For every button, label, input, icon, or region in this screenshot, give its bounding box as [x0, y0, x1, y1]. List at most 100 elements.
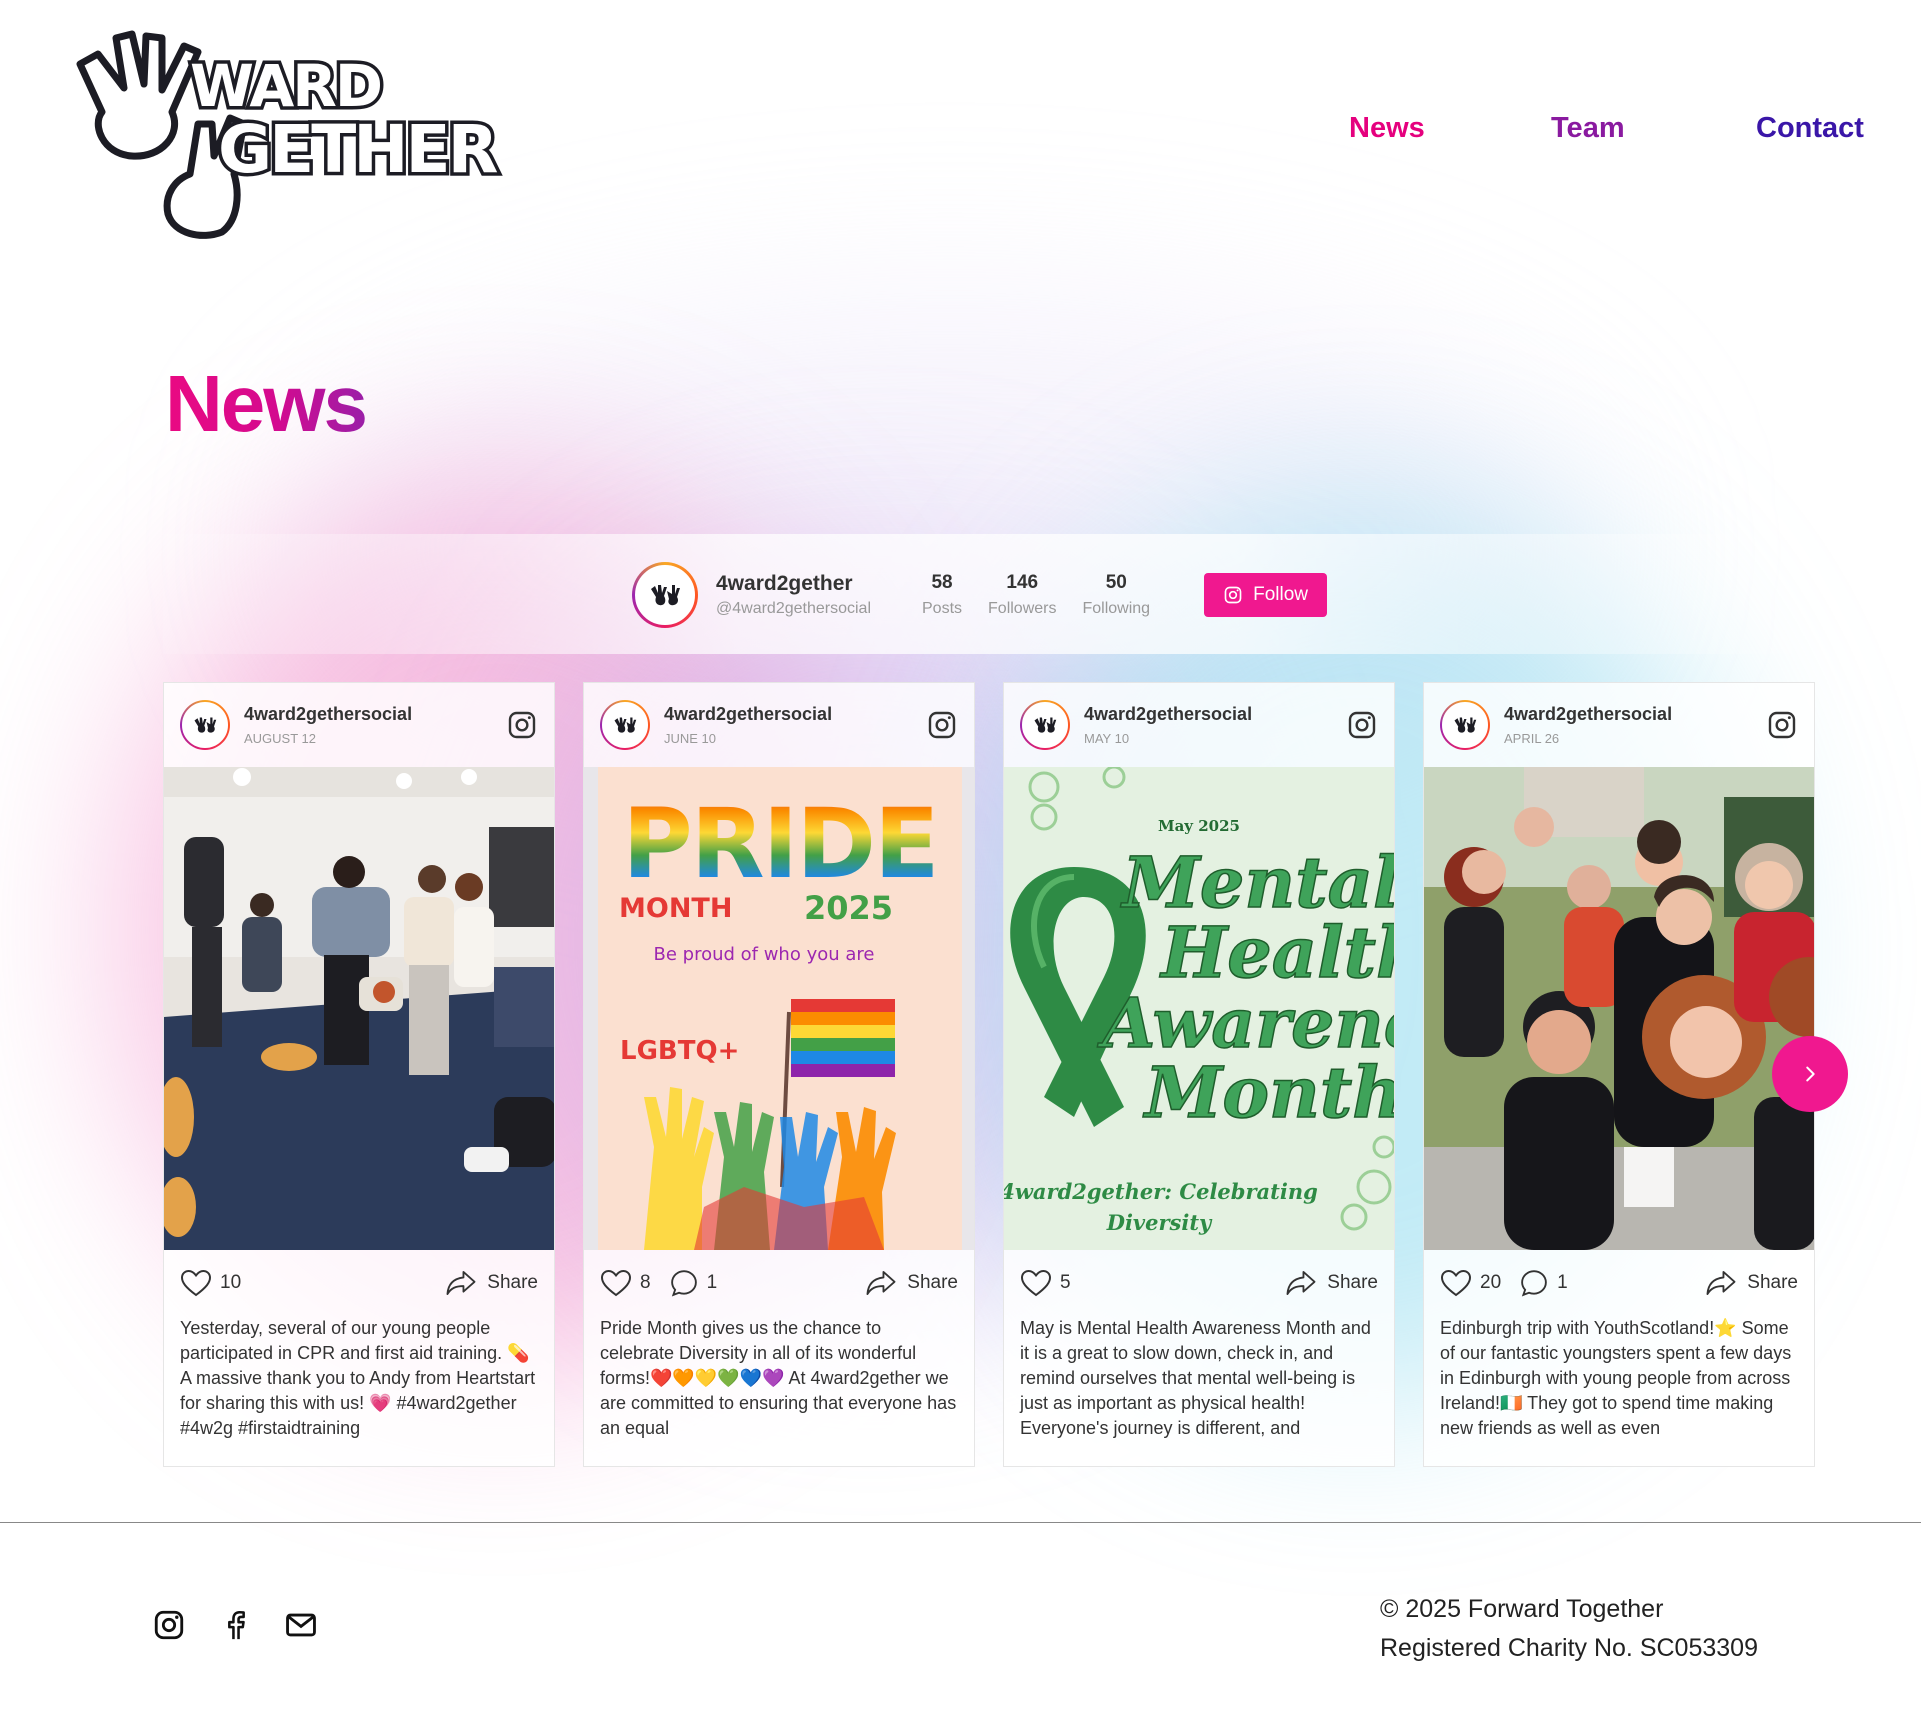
like-button[interactable]: 8 [600, 1268, 651, 1298]
share-label: Share [487, 1272, 538, 1293]
share-button[interactable]: Share [865, 1269, 958, 1297]
follow-label: Follow [1253, 584, 1309, 605]
share-icon [1706, 1271, 1736, 1295]
logo-text-gether: GETHER [218, 111, 498, 188]
profile-avatar[interactable] [632, 562, 698, 628]
heart-icon [180, 1269, 212, 1297]
charity-number: Registered Charity No. SC053309 [1380, 1634, 1758, 1662]
share-icon [1286, 1271, 1316, 1295]
post-caption: May is Mental Health Awareness Month and… [1020, 1318, 1371, 1438]
page-title: News [165, 359, 368, 448]
like-count: 5 [1060, 1272, 1071, 1293]
post-date: AUGUST 12 [244, 731, 317, 746]
instagram-icon[interactable] [506, 709, 538, 741]
stat-label: Followers [988, 600, 1057, 617]
stat-value: 50 [1105, 572, 1127, 593]
share-button[interactable]: Share [1705, 1269, 1798, 1297]
mh-line-4: Month [1143, 1051, 1395, 1134]
heart-icon [1020, 1269, 1052, 1297]
post-card[interactable]: 4ward2gethersocial JUNE 10 PRIDE MONTH 2… [583, 682, 975, 1467]
share-button[interactable]: Share [1285, 1269, 1378, 1297]
like-button[interactable]: 5 [1020, 1268, 1071, 1298]
post-username[interactable]: 4ward2gethersocial [244, 704, 506, 725]
footer-divider [0, 1522, 1921, 1523]
post-image-mental-health[interactable]: May 2025 Mental Health Awarenes Month 4w… [1004, 767, 1395, 1250]
instagram-profile-header: 4ward2gether @4ward2gethersocial 58 Post… [632, 562, 1328, 628]
instagram-icon[interactable] [1346, 709, 1378, 741]
instagram-icon[interactable] [1766, 709, 1798, 741]
stat-value: 146 [1006, 572, 1039, 593]
like-count: 20 [1480, 1272, 1502, 1293]
mh-footer-1: 4ward2gether: Celebrating [1004, 1179, 1318, 1204]
stat-posts: 58 Posts [922, 572, 962, 618]
post-date: MAY 10 [1084, 731, 1130, 746]
post-image-first-aid-training[interactable] [164, 767, 554, 1250]
stat-following: 50 Following [1082, 572, 1150, 618]
hands-icon [194, 717, 217, 733]
nav-contact-link[interactable]: Contact [1756, 112, 1864, 145]
share-label: Share [907, 1272, 958, 1293]
post-card[interactable]: 4ward2gethersocial APRIL 26 20 1 Share E… [1423, 682, 1815, 1467]
like-button[interactable]: 20 [1440, 1268, 1501, 1298]
post-username[interactable]: 4ward2gethersocial [1084, 704, 1346, 725]
chevron-right-icon [1806, 1066, 1815, 1082]
post-caption: Yesterday, several of our young people p… [180, 1318, 536, 1438]
post-avatar[interactable] [1020, 700, 1070, 750]
share-label: Share [1747, 1272, 1798, 1293]
post-card[interactable]: 4ward2gethersocial MAY 10 May 2025 Menta… [1003, 682, 1395, 1467]
pride-lgbtq-text: LGBTQ+ [620, 1036, 739, 1066]
social-links [152, 1608, 318, 1647]
pride-year-text: 2025 [804, 889, 893, 927]
like-count: 10 [220, 1272, 242, 1293]
follow-button[interactable]: Follow [1204, 573, 1328, 617]
facebook-icon[interactable] [218, 1608, 252, 1647]
profile-name[interactable]: 4ward2gether [716, 572, 896, 596]
pride-month-text: MONTH [619, 893, 732, 924]
mh-footer-2: Diversity [1106, 1210, 1213, 1235]
site-logo[interactable]: WARD GETHER [62, 24, 512, 244]
hands-icon [1034, 717, 1057, 733]
post-date: APRIL 26 [1504, 731, 1560, 746]
comment-button[interactable]: 1 [1519, 1268, 1568, 1298]
mh-line-2: Health [1159, 911, 1395, 994]
instagram-icon [1224, 586, 1242, 604]
instagram-feed: 4ward2gethersocial AUGUST 12 10 Share Ye… [163, 682, 1815, 1467]
hands-icon [1454, 717, 1477, 733]
post-card[interactable]: 4ward2gethersocial AUGUST 12 10 Share Ye… [163, 682, 555, 1467]
post-image-pride-month[interactable]: PRIDE MONTH 2025 Be proud of who you are… [584, 767, 974, 1250]
stat-followers: 146 Followers [988, 572, 1056, 618]
stat-label: Following [1082, 600, 1151, 617]
hands-icon [651, 585, 680, 606]
instagram-icon[interactable] [152, 1608, 186, 1647]
footer-info: © 2025 Forward Together Registered Chari… [1380, 1590, 1758, 1668]
heart-icon [600, 1269, 632, 1297]
like-count: 8 [640, 1272, 651, 1293]
copyright-text: © 2025 Forward Together [1380, 1595, 1664, 1623]
mh-date-text: May 2025 [1158, 817, 1240, 835]
pride-tagline: Be proud of who you are [654, 944, 875, 965]
comment-icon [670, 1270, 697, 1297]
instagram-icon[interactable] [926, 709, 958, 741]
like-button[interactable]: 10 [180, 1268, 241, 1298]
heart-icon [1440, 1269, 1472, 1297]
post-avatar[interactable] [600, 700, 650, 750]
mail-icon[interactable] [284, 1608, 318, 1647]
post-username[interactable]: 4ward2gethersocial [1504, 704, 1766, 725]
nav-news-link[interactable]: News [1349, 112, 1425, 145]
post-avatar[interactable] [180, 700, 230, 750]
carousel-next-button[interactable] [1772, 1036, 1848, 1112]
share-icon [866, 1271, 896, 1295]
pride-title: PRIDE [622, 788, 937, 900]
nav-team-link[interactable]: Team [1551, 112, 1625, 145]
profile-handle: @4ward2gethersocial [716, 600, 871, 617]
post-caption: Pride Month gives us the chance to celeb… [600, 1318, 957, 1438]
hands-icon [614, 717, 637, 733]
share-button[interactable]: Share [445, 1269, 538, 1297]
post-username[interactable]: 4ward2gethersocial [664, 704, 926, 725]
comment-button[interactable]: 1 [669, 1268, 718, 1298]
post-avatar[interactable] [1440, 700, 1490, 750]
comment-count: 1 [706, 1272, 718, 1293]
stat-label: Posts [922, 600, 963, 617]
share-icon [446, 1271, 476, 1295]
post-image-edinburgh-trip[interactable] [1424, 767, 1814, 1250]
